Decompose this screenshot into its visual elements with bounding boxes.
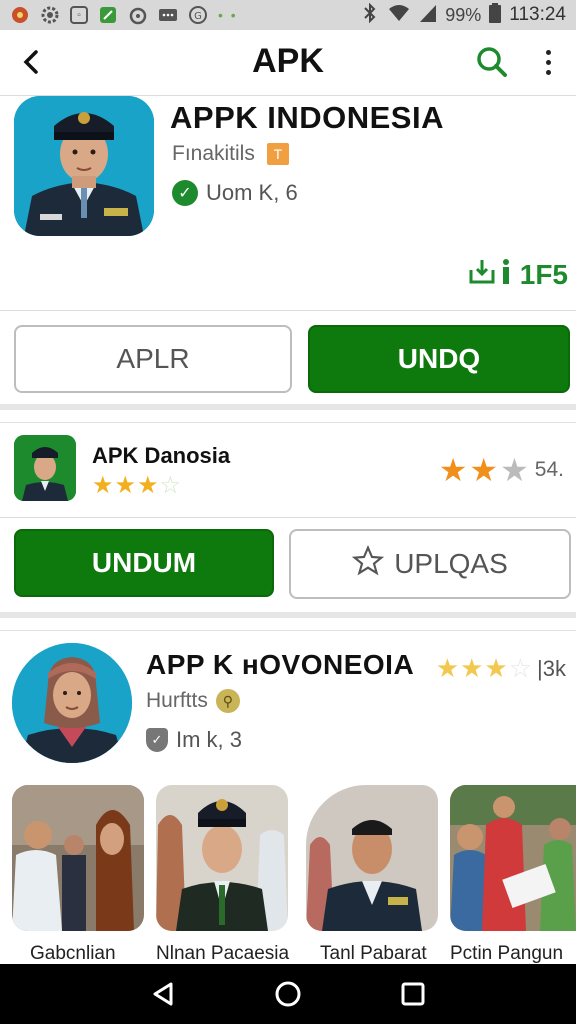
settings-icon: [10, 5, 30, 25]
developer-name: Hurftts: [146, 689, 208, 712]
status-bar: ▫ G • • 99% 113:24: [0, 0, 576, 30]
screenshot-thumb[interactable]: [156, 785, 288, 931]
star-outline-icon: [352, 544, 385, 584]
app-icon-small: [14, 435, 76, 501]
dots-icon: • •: [218, 7, 238, 23]
star-rating: ★★★☆: [435, 653, 534, 683]
status-left-icons: ▫ G • •: [10, 5, 238, 25]
app-title: APP K ʜOVONEOIA: [146, 649, 415, 680]
more-vert-icon[interactable]: [532, 44, 564, 80]
download-icon: [468, 256, 516, 293]
app-card-danosia: APK Danosia ★★★☆ ★★★ 54. UNDUM UPLQAS: [0, 422, 576, 618]
rating-count: 54.: [534, 458, 564, 481]
navigation-bar: [0, 964, 576, 1024]
star-rating: ★★★: [438, 452, 531, 488]
divider: [0, 310, 576, 311]
screen: ▫ G • • 99% 113:24 APK APPK INDONESIA Fı…: [0, 0, 576, 1024]
app-title: APPK INDONESIA: [170, 100, 444, 135]
verified-row: ✓ Im k, 3: [146, 727, 242, 753]
app-icon-officer: [14, 96, 154, 236]
download-stat: 1F5: [468, 256, 568, 293]
square-icon: ▫: [70, 6, 88, 24]
battery-percent: 99%: [445, 4, 482, 25]
shield-icon: G: [188, 5, 208, 25]
status-right: 99% 113:24: [361, 2, 566, 28]
screenshot-thumb[interactable]: [12, 785, 144, 931]
app-developer: Hurftts ⚲: [146, 689, 240, 713]
search-icon[interactable]: [474, 44, 510, 80]
aplr-button[interactable]: APLR: [14, 325, 292, 393]
clock: 113:24: [509, 4, 566, 25]
thumb-label: Nlnan Pacaesia: [156, 943, 290, 964]
gear-icon: [40, 5, 60, 25]
signal-icon: [419, 3, 437, 28]
message-icon: [158, 5, 178, 25]
rating: ★★★ 54.: [439, 451, 564, 489]
battery-icon: [489, 2, 502, 28]
app-icon-woman: [12, 643, 132, 763]
app-bar: APK: [0, 30, 576, 96]
rating: ★★★☆ |3k: [436, 653, 566, 684]
download-count: 1F5: [519, 258, 568, 290]
bluetooth-icon: [361, 2, 379, 28]
app-developer: Fınakitils T: [172, 142, 289, 166]
back-triangle-icon[interactable]: [143, 974, 183, 1014]
star-half-icon: ☆: [159, 472, 183, 499]
app-title: APK Danosia: [92, 443, 231, 468]
uplqas-button[interactable]: UPLQAS: [289, 529, 571, 599]
star-rating-small: ★★★☆: [92, 471, 182, 500]
recents-square-icon[interactable]: [393, 974, 433, 1014]
featured-app-card: APPK INDONESIA Fınakitils T ✓ Uom K, 6 1…: [0, 96, 576, 410]
verified-check-icon: ✓: [172, 180, 198, 206]
thumb-label: Tanl Pabarat: [320, 943, 427, 964]
shield-check-icon: ✓: [146, 728, 168, 752]
thumb-label: Gabcnlian: [30, 943, 116, 964]
uplqas-label: UPLQAS: [394, 548, 508, 579]
app-card-indonesia: APP K ʜOVONEOIA ★★★☆ |3k Hurftts ⚲ ✓ Im …: [0, 630, 576, 964]
star-icon: ★★★: [92, 472, 160, 499]
rating-count: |3k: [537, 655, 566, 681]
leaf-icon: [98, 5, 118, 25]
undq-button[interactable]: UNDQ: [308, 325, 570, 393]
screenshot-thumb[interactable]: [450, 785, 576, 931]
thumb-label: Pctin Pangun: [450, 943, 564, 964]
developer-name: Fınakitils: [172, 142, 255, 165]
svg-text:G: G: [194, 11, 202, 22]
tag-icon: T: [266, 143, 289, 165]
verified-text: Im k, 3: [176, 727, 243, 752]
verified-row: ✓ Uom K, 6: [172, 180, 298, 206]
key-icon: ⚲: [215, 689, 240, 713]
home-circle-icon[interactable]: [268, 974, 308, 1014]
screenshot-thumb[interactable]: [306, 785, 438, 931]
screenshot-carousel[interactable]: Gabcnlian Nlnan Pacaesia Tanl Pabarat Pc…: [0, 785, 576, 965]
verified-text: Uom K, 6: [206, 180, 298, 205]
camera-icon: [128, 5, 148, 25]
wifi-icon: [387, 3, 411, 28]
undum-button[interactable]: UNDUM: [14, 529, 274, 597]
divider: [0, 517, 576, 518]
